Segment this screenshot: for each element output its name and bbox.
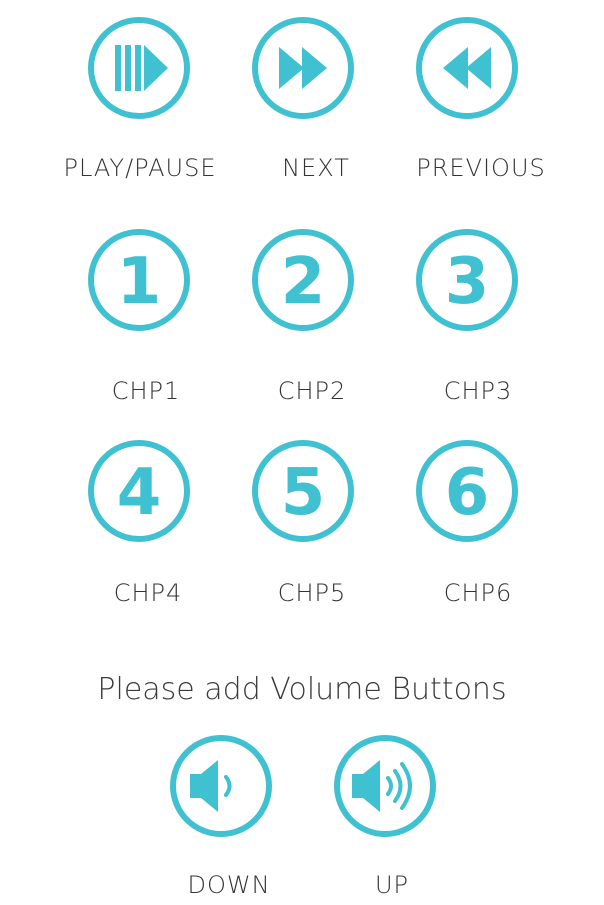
play-pause-icon <box>88 17 190 119</box>
play-pause-label: PLAY/PAUSE <box>63 154 217 182</box>
chapter-6-label: CHP6 <box>443 579 513 607</box>
svg-text:2: 2 <box>281 245 326 319</box>
volume-up-label: UP <box>374 871 410 899</box>
chapter-4-button[interactable]: 4 <box>86 438 192 544</box>
volume-up-icon <box>334 735 436 837</box>
fast-forward-icon <box>252 17 354 119</box>
number-4-icon: 4 <box>88 440 190 542</box>
svg-text:6: 6 <box>445 456 490 530</box>
chapter-6-button[interactable]: 6 <box>414 438 520 544</box>
chapter-1-label: CHP1 <box>111 377 181 405</box>
svg-text:3: 3 <box>445 245 490 319</box>
svg-text:1: 1 <box>117 245 162 319</box>
number-3-icon: 3 <box>416 229 518 331</box>
next-button[interactable] <box>250 15 356 121</box>
chapter-1-button[interactable]: 1 <box>86 227 192 333</box>
chapter-5-label: CHP5 <box>277 579 347 607</box>
play-pause-button[interactable] <box>86 15 192 121</box>
volume-up-button[interactable] <box>332 733 438 839</box>
volume-down-icon <box>170 735 272 837</box>
chapter-4-label: CHP4 <box>113 579 183 607</box>
number-2-icon: 2 <box>252 229 354 331</box>
volume-note: Please add Volume Buttons <box>97 672 507 707</box>
svg-text:5: 5 <box>281 456 326 530</box>
chapter-5-button[interactable]: 5 <box>250 438 356 544</box>
number-1-icon: 1 <box>88 229 190 331</box>
volume-down-button[interactable] <box>168 733 274 839</box>
chapter-2-label: CHP2 <box>277 377 347 405</box>
volume-down-label: DOWN <box>187 871 271 899</box>
number-6-icon: 6 <box>416 440 518 542</box>
next-label: NEXT <box>282 154 350 182</box>
chapter-3-button[interactable]: 3 <box>414 227 520 333</box>
number-5-icon: 5 <box>252 440 354 542</box>
chapter-3-label: CHP3 <box>443 377 513 405</box>
rewind-icon <box>416 17 518 119</box>
svg-text:4: 4 <box>117 456 162 530</box>
chapter-2-button[interactable]: 2 <box>250 227 356 333</box>
previous-button[interactable] <box>414 15 520 121</box>
previous-label: PREVIOUS <box>416 154 546 182</box>
